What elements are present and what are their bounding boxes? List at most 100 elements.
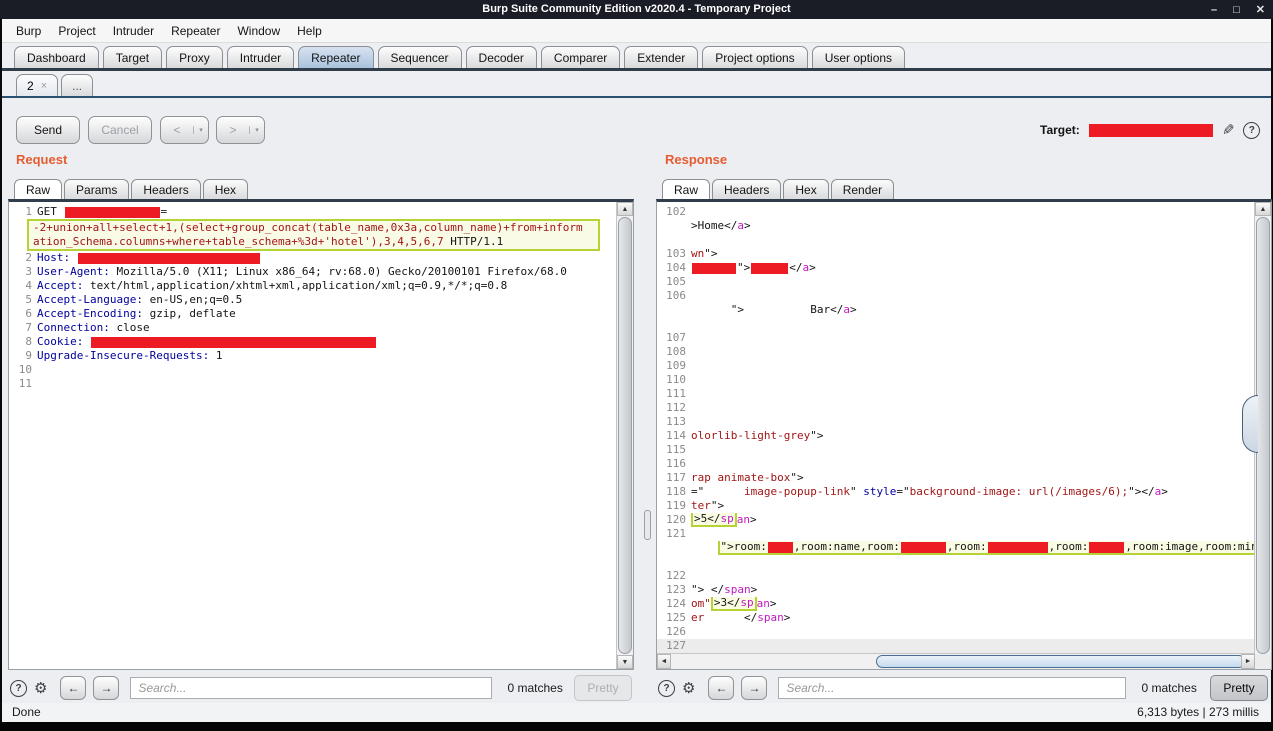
line-number: 106 (666, 289, 686, 302)
menu-help[interactable]: Help (296, 22, 323, 40)
scrollbar-position-bump[interactable] (1242, 395, 1258, 453)
scrollbar-thumb[interactable] (618, 217, 632, 654)
request-editor[interactable]: 1 GET = -2+union+all+select+1,(select+grou… (8, 199, 634, 670)
repeater-tab-bar: 2 × ... (2, 71, 1271, 98)
line-number: 11 (18, 377, 32, 390)
search-next-button[interactable]: → (741, 676, 768, 700)
tab-intruder[interactable]: Intruder (226, 46, 295, 68)
menu-intruder[interactable]: Intruder (112, 22, 155, 40)
response-search-input[interactable] (778, 677, 1127, 699)
send-button[interactable]: Send (16, 116, 80, 144)
request-code[interactable]: 1 GET = -2+union+all+select+1,(select+grou… (9, 202, 616, 669)
line-number: 119 (666, 499, 686, 512)
minimize-button[interactable]: – (1211, 4, 1217, 16)
code-line: 120 >5</sp an> (657, 513, 1254, 527)
line-number: 112 (666, 401, 686, 414)
tab-proxy[interactable]: Proxy (166, 46, 223, 68)
response-horizontal-scrollbar[interactable]: ◄ ► (657, 653, 1255, 669)
line-number: 9 (25, 349, 32, 362)
line-number: 10 (18, 363, 32, 376)
code-line: 105 (657, 275, 1254, 289)
tab-target[interactable]: Target (102, 46, 163, 68)
help-icon[interactable]: ? (658, 679, 675, 697)
scroll-right-icon[interactable]: ► (1241, 654, 1255, 669)
code-line (657, 233, 1254, 247)
tab-extender[interactable]: Extender (624, 46, 699, 68)
line-number: 121 (666, 527, 686, 540)
tab-hex[interactable]: Hex (202, 179, 249, 200)
line-number (657, 233, 691, 247)
status-text: Done (12, 705, 41, 719)
tab-params[interactable]: Params (64, 179, 130, 200)
request-pretty-button: Pretty (574, 675, 632, 701)
tab-headers[interactable]: Headers (712, 179, 782, 200)
status-bar: Done 6,313 bytes | 273 millis (2, 703, 1271, 722)
redaction (77, 252, 260, 264)
splitter-handle[interactable] (644, 510, 651, 540)
tab-decoder[interactable]: Decoder (465, 46, 537, 68)
search-next-button[interactable]: → (93, 676, 120, 700)
response-editor[interactable]: 102 >Home</a> 103 wn"> 104 "> </a> 105 106 "> Ba… (656, 199, 1272, 670)
tab-hex[interactable]: Hex (783, 179, 829, 200)
menu-project[interactable]: Project (57, 22, 96, 40)
tab-comparer[interactable]: Comparer (540, 46, 621, 68)
code-line: 104 "> </a> (657, 261, 1254, 275)
scroll-up-icon[interactable]: ▲ (617, 202, 633, 216)
code-line: 111 (657, 387, 1254, 401)
code-line: 1 GET = (9, 205, 616, 219)
redaction (751, 262, 789, 274)
request-vertical-scrollbar[interactable]: ▲ ▼ (616, 202, 633, 669)
menu-burp[interactable]: Burp (15, 22, 42, 40)
line-number: 124 (666, 597, 686, 610)
edit-target-icon[interactable]: ✎ (1222, 121, 1235, 139)
new-tab-button[interactable]: ... (61, 74, 94, 96)
line-number (657, 317, 691, 331)
scrollbar-thumb[interactable] (876, 655, 1245, 668)
scroll-up-icon[interactable]: ▲ (1255, 202, 1271, 216)
line-number: 120 (666, 513, 686, 526)
code-line: 122 (657, 569, 1254, 583)
scroll-left-icon[interactable]: ◄ (657, 654, 671, 669)
tab-headers[interactable]: Headers (131, 179, 201, 200)
maximize-button[interactable]: □ (1233, 4, 1240, 16)
close-button[interactable]: ✕ (1256, 3, 1265, 16)
redaction (767, 541, 793, 553)
help-icon[interactable]: ? (1243, 121, 1261, 139)
response-pretty-button[interactable]: Pretty (1210, 675, 1268, 701)
scrollbar-thumb[interactable] (1256, 217, 1270, 654)
search-prev-button[interactable]: ← (708, 676, 735, 700)
code-line: 5 Accept-Language: en-US,en;q=0.5 (9, 293, 616, 307)
code-line: 121 (657, 527, 1254, 541)
tab-repeater[interactable]: Repeater (298, 46, 374, 68)
close-tab-icon[interactable]: × (41, 80, 47, 92)
line-number: 115 (666, 443, 686, 456)
redaction (987, 541, 1048, 553)
gear-icon[interactable]: ⚙ (34, 679, 47, 697)
line-number: 8 (25, 335, 32, 348)
code-line: 117 rap animate-box"> (657, 471, 1254, 485)
redaction (900, 541, 946, 553)
code-line: 116 (657, 457, 1254, 471)
tab-raw[interactable]: Raw (662, 179, 711, 200)
line-number: 122 (666, 569, 686, 582)
tab-dashboard[interactable]: Dashboard (14, 46, 99, 68)
redaction (692, 262, 736, 274)
response-code[interactable]: 102 >Home</a> 103 wn"> 104 "> </a> 105 106 "> Ba… (657, 202, 1254, 654)
menu-repeater[interactable]: Repeater (170, 22, 221, 40)
menu-window[interactable]: Window (236, 22, 281, 40)
repeater-tab-2[interactable]: 2 × (16, 74, 59, 96)
gear-icon[interactable]: ⚙ (682, 679, 695, 697)
tab-render[interactable]: Render (830, 179, 895, 200)
menu-bar: Burp Project Intruder Repeater Window Help (2, 19, 1271, 43)
code-line: -2+union+all+select+1,(select+group_conc… (29, 221, 598, 235)
tab-user-options[interactable]: User options (811, 46, 906, 68)
help-icon[interactable]: ? (10, 679, 27, 697)
search-prev-button[interactable]: ← (60, 676, 87, 700)
tab-project-options[interactable]: Project options (702, 46, 808, 68)
target-row: Target: ✎ ? (1040, 121, 1261, 139)
tab-raw[interactable]: Raw (14, 179, 63, 200)
tab-sequencer[interactable]: Sequencer (377, 46, 462, 68)
request-search-input[interactable] (130, 677, 493, 699)
request-search-bar: ? ⚙ ← → 0 matches Pretty (10, 674, 632, 702)
scroll-down-icon[interactable]: ▼ (617, 655, 633, 669)
